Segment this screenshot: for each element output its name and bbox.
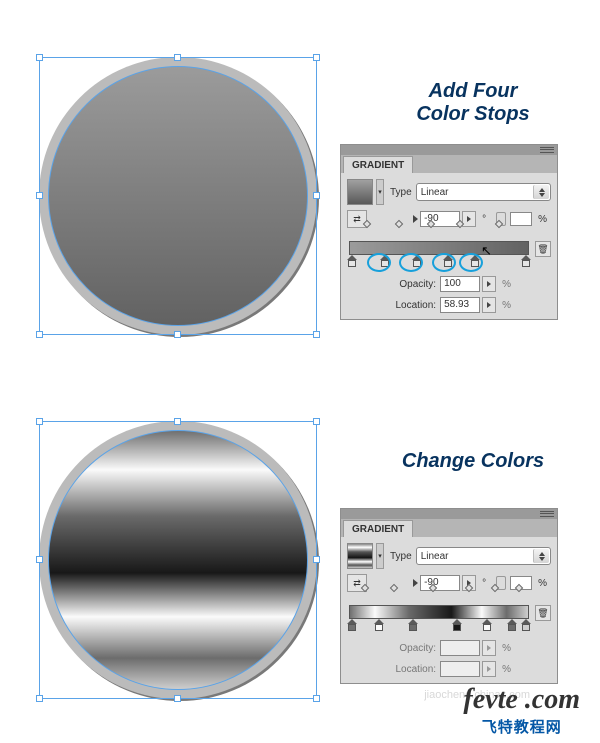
resize-handle[interactable] <box>36 331 43 338</box>
resize-handle[interactable] <box>36 418 43 425</box>
resize-handle[interactable] <box>174 695 181 702</box>
resize-handle[interactable] <box>174 418 181 425</box>
color-stop[interactable] <box>507 619 517 631</box>
highlight-circle <box>399 253 423 272</box>
degree-label: ° <box>482 578 486 589</box>
label-opacity: Opacity: <box>399 643 436 654</box>
angle-stepper[interactable] <box>462 211 476 227</box>
watermark: fevte .com 飞特教程网 <box>463 684 580 737</box>
panel-tabbar: GRADIENT <box>341 519 557 537</box>
resize-handle[interactable] <box>174 54 181 61</box>
heading-change-colors: Change Colors <box>388 450 558 473</box>
selection-box[interactable] <box>39 421 317 699</box>
location-input[interactable]: 58.93 <box>440 297 480 313</box>
resize-handle[interactable] <box>313 418 320 425</box>
panel-menu-icon[interactable] <box>537 145 557 155</box>
gradient-panel: GRADIENT ▾ Type Linear ⇄ -90 ° % <box>340 144 558 320</box>
opacity-input[interactable]: 100 <box>440 276 480 292</box>
highlight-circle <box>367 253 391 272</box>
type-value: Linear <box>421 551 449 562</box>
watermark-line1: fevte .com <box>463 684 580 716</box>
gradient-panel: GRADIENT ▾ Type Linear ⇄ -90 ° % <box>340 508 558 684</box>
swatch-menu-arrow[interactable]: ▾ <box>376 543 384 569</box>
color-stop[interactable] <box>521 255 531 267</box>
panel-tabbar: GRADIENT <box>341 155 557 173</box>
delete-stop-button[interactable]: 🗑 <box>535 241 551 257</box>
resize-handle[interactable] <box>313 695 320 702</box>
percent-label: % <box>502 300 511 311</box>
resize-handle[interactable] <box>36 192 43 199</box>
resize-handle[interactable] <box>313 331 320 338</box>
opacity-input[interactable] <box>440 640 480 656</box>
resize-handle[interactable] <box>313 54 320 61</box>
highlight-circle <box>432 253 456 272</box>
aspect-input[interactable] <box>510 212 532 226</box>
resize-handle[interactable] <box>36 556 43 563</box>
type-select[interactable]: Linear <box>416 183 551 201</box>
opacity-stepper[interactable] <box>482 276 496 292</box>
panel-minibar <box>341 509 557 519</box>
angle-input[interactable]: -90 <box>420 575 460 591</box>
delete-stop-button[interactable]: 🗑 <box>535 605 551 621</box>
type-value: Linear <box>421 187 449 198</box>
percent-label: % <box>502 279 511 290</box>
color-stop[interactable] <box>521 619 531 631</box>
label-type: Type <box>390 187 412 198</box>
color-stop[interactable] <box>347 619 357 631</box>
label-location: Location: <box>396 664 437 675</box>
resize-handle[interactable] <box>313 556 320 563</box>
watermark-line2: 飞特教程网 <box>463 716 580 737</box>
resize-handle[interactable] <box>36 695 43 702</box>
color-stop[interactable] <box>482 619 492 631</box>
color-stop[interactable] <box>347 255 357 267</box>
color-stop[interactable] <box>408 619 418 631</box>
type-select[interactable]: Linear <box>416 547 551 565</box>
label-location: Location: <box>396 300 437 311</box>
gradient-ramp[interactable] <box>349 605 529 619</box>
panel-menu-icon[interactable] <box>537 509 557 519</box>
tab-gradient[interactable]: GRADIENT <box>343 156 413 173</box>
color-stop[interactable] <box>452 619 462 631</box>
highlight-circle <box>459 253 483 272</box>
heading-add-stops: Add FourColor Stops <box>388 80 558 126</box>
angle-input[interactable]: -90 <box>420 211 460 227</box>
label-type: Type <box>390 551 412 562</box>
label-opacity: Opacity: <box>399 279 436 290</box>
gradient-stops-track[interactable] <box>349 619 529 635</box>
swatch-menu-arrow[interactable]: ▾ <box>376 179 384 205</box>
gradient-swatch[interactable] <box>347 543 373 569</box>
gradient-swatch[interactable] <box>347 179 373 205</box>
percent-label: % <box>538 214 547 225</box>
percent-label: % <box>502 664 511 675</box>
angle-icon <box>413 579 418 587</box>
resize-handle[interactable] <box>313 192 320 199</box>
panel-minibar <box>341 145 557 155</box>
selection-box[interactable] <box>39 57 317 335</box>
tab-gradient[interactable]: GRADIENT <box>343 520 413 537</box>
angle-icon <box>413 215 418 223</box>
percent-label: % <box>538 578 547 589</box>
degree-label: ° <box>482 214 486 225</box>
resize-handle[interactable] <box>174 331 181 338</box>
location-stepper[interactable] <box>482 661 496 677</box>
percent-label: % <box>502 643 511 654</box>
opacity-stepper[interactable] <box>482 640 496 656</box>
color-stop[interactable] <box>374 619 384 631</box>
resize-handle[interactable] <box>36 54 43 61</box>
gradient-stops-track[interactable] <box>349 255 529 271</box>
location-stepper[interactable] <box>482 297 496 313</box>
location-input[interactable] <box>440 661 480 677</box>
